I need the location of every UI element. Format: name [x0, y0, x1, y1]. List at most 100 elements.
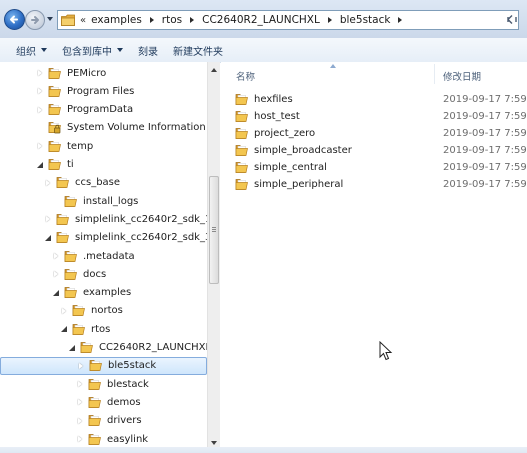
collapsed-arrow-icon[interactable] [76, 417, 84, 425]
collapsed-arrow-icon[interactable] [36, 142, 44, 150]
expanded-arrow-icon[interactable] [36, 161, 44, 169]
breadcrumb-overflow[interactable]: « [80, 15, 86, 26]
tree-item-programdata[interactable]: ProgramData [0, 101, 207, 119]
refresh-icon[interactable] [505, 13, 519, 27]
collapsed-arrow-icon[interactable] [44, 179, 52, 187]
folder-icon [48, 104, 61, 115]
tree-item-easylink[interactable]: easylink [0, 430, 207, 448]
breadcrumb-cc2640r2-launchxl[interactable]: CC2640R2_LAUNCHXL [202, 14, 320, 26]
collapsed-arrow-icon[interactable] [36, 69, 44, 77]
folder-icon [64, 250, 77, 262]
breadcrumb-chevron-icon[interactable] [190, 17, 195, 23]
collapsed-arrow-icon[interactable] [60, 307, 68, 315]
expanded-arrow-icon[interactable] [52, 289, 60, 297]
tree-item-label: examples [83, 287, 132, 299]
collapsed-arrow-icon[interactable] [36, 106, 44, 114]
collapsed-arrow-icon[interactable] [52, 252, 60, 260]
tree-item-label: .metadata [83, 250, 135, 262]
navigation-pane[interactable]: PEMicro Program Files ProgramData System Vo… [0, 62, 207, 453]
column-header-name[interactable]: 名称 [236, 69, 255, 83]
tree-item-examples[interactable]: examples [0, 284, 207, 302]
collapsed-arrow-icon[interactable] [36, 87, 44, 95]
tree-item-pemicro[interactable]: PEMicro [0, 64, 207, 82]
collapsed-arrow-icon[interactable] [76, 380, 84, 388]
collapsed-arrow-icon[interactable] [76, 435, 84, 443]
column-header-date[interactable]: 修改日期 [443, 69, 481, 83]
file-row[interactable]: host_test 2019-09-17 7:59 [235, 108, 527, 125]
chevron-down-icon [41, 48, 47, 52]
tree-item-label: nortos [91, 305, 123, 317]
tree-item-label: simplelink_cc2640r2_sdk_3_20_ [75, 232, 207, 244]
tree-item-label: ble5stack [108, 360, 157, 372]
folder-icon [235, 144, 248, 156]
recent-pages-dropdown[interactable] [47, 17, 53, 21]
status-strip [0, 447, 527, 453]
breadcrumb-chevron-icon[interactable] [327, 17, 332, 23]
tree-item-system-volume-information[interactable]: System Volume Information [0, 119, 207, 137]
tree-item-simplelink-cc2640r2-sdk-1-40[interactable]: simplelink_cc2640r2_sdk_1_40_ [0, 210, 207, 228]
folder-icon [61, 14, 75, 26]
nav-scrollbar[interactable] [207, 62, 220, 453]
collapsed-arrow-icon[interactable] [52, 270, 60, 278]
file-row[interactable]: hexfiles 2019-09-17 7:59 [235, 91, 527, 108]
expanded-arrow-icon[interactable] [60, 325, 68, 333]
tree-item-simplelink-cc2640r2-sdk-3-20[interactable]: simplelink_cc2640r2_sdk_3_20_ [0, 229, 207, 247]
tree-item-drivers[interactable]: drivers [0, 412, 207, 430]
column-divider[interactable] [434, 64, 435, 84]
tree-item-label: docs [83, 268, 107, 280]
expanded-arrow-icon[interactable] [44, 234, 52, 242]
include-in-library-menu[interactable]: 包含到库中 [62, 43, 123, 58]
breadcrumb-chevron-icon[interactable] [398, 17, 403, 23]
burn-button[interactable]: 刻录 [138, 43, 158, 58]
file-row[interactable]: project_zero 2019-09-17 7:59 [235, 125, 527, 142]
tree-item-install-logs[interactable]: install_logs [0, 192, 207, 210]
column-header-row: 名称 修改日期 [221, 62, 527, 86]
tree-item-program-files[interactable]: Program Files [0, 82, 207, 100]
collapsed-arrow-icon[interactable] [77, 362, 85, 370]
expanded-arrow-icon[interactable] [68, 344, 76, 352]
address-path-box[interactable]: « examples rtos CC2640R2_LAUNCHXL ble5st… [57, 10, 519, 30]
tree-item-demos[interactable]: demos [0, 393, 207, 411]
folder-icon [235, 111, 248, 122]
organize-menu[interactable]: 组织 [16, 43, 47, 58]
file-list-pane[interactable]: 名称 修改日期 hexfiles 2019-09-17 7:59 host_test… [221, 62, 527, 453]
breadcrumb-rtos[interactable]: rtos [162, 14, 182, 26]
tree-item-cc2640r2-launchxl[interactable]: CC2640R2_LAUNCHXL [0, 339, 207, 357]
tree-item-metadata[interactable]: .metadata [0, 247, 207, 265]
folder-icon [72, 305, 85, 317]
breadcrumb-examples[interactable]: examples [91, 14, 142, 26]
folder-icon [48, 85, 61, 97]
scroll-down-icon[interactable] [211, 441, 217, 445]
file-date: 2019-09-17 7:59 [443, 144, 527, 156]
collapsed-arrow-icon[interactable] [76, 398, 84, 406]
tree-item-blestack[interactable]: blestack [0, 375, 207, 393]
collapsed-arrow-icon[interactable] [44, 215, 52, 223]
file-row[interactable]: simple_central 2019-09-17 7:59 [235, 159, 527, 176]
tree-item-label: ProgramData [67, 104, 134, 116]
tree-item-ti[interactable]: ti [0, 156, 207, 174]
organize-label: 组织 [16, 46, 36, 58]
breadcrumb-ble5stack[interactable]: ble5stack [340, 14, 391, 26]
back-button[interactable] [4, 9, 25, 30]
breadcrumb-chevron-icon[interactable] [149, 17, 154, 23]
folder-icon [88, 378, 101, 390]
new-folder-button[interactable]: 新建文件夹 [173, 43, 223, 58]
tree-item-docs[interactable]: docs [0, 265, 207, 283]
folder-icon [235, 178, 248, 190]
tree-item-temp[interactable]: temp [0, 137, 207, 155]
file-name: simple_central [254, 161, 327, 173]
chevron-down-icon [117, 48, 123, 52]
file-date: 2019-09-17 7:59 [443, 127, 527, 139]
scroll-thumb[interactable] [209, 176, 219, 284]
forward-button[interactable] [25, 10, 45, 30]
file-row[interactable]: simple_peripheral 2019-09-17 7:59 [235, 176, 527, 193]
file-row[interactable]: simple_broadcaster 2019-09-17 7:59 [235, 142, 527, 159]
tree-item-label: PEMicro [67, 67, 107, 79]
scroll-up-icon[interactable] [211, 68, 217, 72]
tree-item-ccs-base[interactable]: ccs_base [0, 174, 207, 192]
tree-item-ble5stack[interactable]: ble5stack [0, 356, 207, 375]
tree-item-nortos[interactable]: nortos [0, 302, 207, 320]
tree-item-rtos[interactable]: rtos [0, 320, 207, 338]
new-folder-label: 新建文件夹 [173, 46, 223, 58]
folder-icon [89, 360, 102, 372]
